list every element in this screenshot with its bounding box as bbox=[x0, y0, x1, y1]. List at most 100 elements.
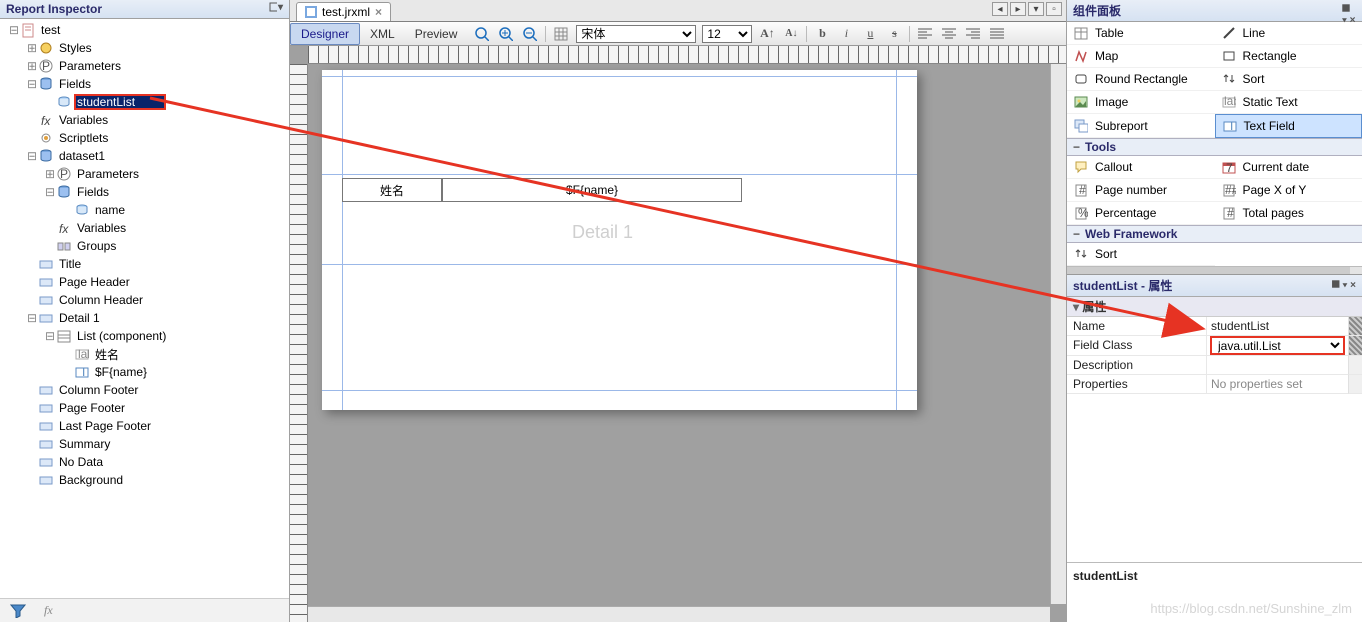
prop-val-name[interactable]: studentList bbox=[1207, 317, 1348, 336]
palette-item-rrect[interactable]: Round Rectangle bbox=[1067, 68, 1215, 91]
tree-item[interactable]: ⊟test bbox=[2, 21, 289, 39]
tree-item[interactable]: ⊞PParameters bbox=[2, 165, 289, 183]
expand-toggle[interactable]: ⊟ bbox=[44, 329, 56, 343]
tab-designer[interactable]: Designer bbox=[290, 23, 360, 45]
tree-item[interactable]: studentList bbox=[2, 93, 289, 111]
tree-item[interactable]: No Data bbox=[2, 453, 289, 471]
tree-item[interactable]: ⊟dataset1 bbox=[2, 147, 289, 165]
tree-item[interactable]: Groups bbox=[2, 237, 289, 255]
tree-item[interactable]: Background bbox=[2, 471, 289, 489]
strike-icon[interactable]: s bbox=[885, 25, 903, 43]
expand-toggle[interactable]: ⊞ bbox=[26, 59, 38, 73]
report-tree[interactable]: ⊟test⊞Styles⊞PParameters⊟FieldsstudentLi… bbox=[0, 19, 289, 598]
properties-panel-buttons[interactable]: ⯀ ▾ × bbox=[1332, 280, 1356, 291]
expand-toggle[interactable]: ⊟ bbox=[26, 311, 38, 325]
expand-toggle[interactable]: ⊟ bbox=[44, 185, 56, 199]
tree-item[interactable]: ⊟Detail 1 bbox=[2, 309, 289, 327]
properties-category[interactable]: ▾ 属性 bbox=[1067, 297, 1362, 317]
palette-item-pnum[interactable]: #Page number bbox=[1067, 179, 1215, 202]
web-category[interactable]: −Web Framework bbox=[1067, 225, 1362, 243]
textfield-cell[interactable]: $F{name} bbox=[442, 178, 742, 202]
bold-icon[interactable]: b bbox=[813, 25, 831, 43]
palette-item-sort[interactable]: Sort bbox=[1215, 68, 1362, 91]
palette-scrollbar[interactable] bbox=[1067, 266, 1362, 274]
panel-buttons[interactable]: ▾ bbox=[269, 2, 283, 16]
align-justify-icon[interactable] bbox=[988, 25, 1006, 43]
tree-item[interactable]: ⊟Fields bbox=[2, 75, 289, 93]
report-page[interactable]: 姓名 $F{name} Detail 1 bbox=[322, 70, 917, 410]
palette-panel-buttons[interactable]: ⯀ ▾ × bbox=[1342, 4, 1356, 18]
tree-item[interactable]: Page Footer bbox=[2, 399, 289, 417]
tree-item[interactable]: ⊞Styles bbox=[2, 39, 289, 57]
palette-item-image[interactable]: Image bbox=[1067, 91, 1215, 114]
tree-item[interactable]: fxVariables bbox=[2, 111, 289, 129]
tree-item[interactable]: ⊟Fields bbox=[2, 183, 289, 201]
horizontal-scrollbar[interactable] bbox=[308, 606, 1050, 622]
design-canvas[interactable]: 姓名 $F{name} Detail 1 bbox=[290, 46, 1066, 622]
palette-item-sort[interactable]: Sort bbox=[1067, 243, 1215, 266]
close-icon[interactable]: × bbox=[375, 5, 382, 19]
palette-item-line[interactable]: Line bbox=[1215, 22, 1362, 45]
grid-icon[interactable] bbox=[552, 25, 570, 43]
palette-item-map[interactable]: Map bbox=[1067, 45, 1215, 68]
tree-item[interactable]: Summary bbox=[2, 435, 289, 453]
tab-xml[interactable]: XML bbox=[360, 24, 405, 44]
filter-icon[interactable] bbox=[10, 604, 26, 618]
static-text-cell[interactable]: 姓名 bbox=[342, 178, 442, 202]
zoom-actual-icon[interactable] bbox=[473, 25, 491, 43]
tools-category[interactable]: −Tools bbox=[1067, 138, 1362, 156]
increase-font-icon[interactable]: A↑ bbox=[758, 25, 776, 43]
tree-item[interactable]: Title bbox=[2, 255, 289, 273]
tree-item[interactable]: Column Header bbox=[2, 291, 289, 309]
palette-item-textfield[interactable]: TText Field bbox=[1215, 114, 1362, 138]
palette-item-pxy[interactable]: ##Page X of Y bbox=[1215, 179, 1362, 202]
tree-item[interactable]: Last Page Footer bbox=[2, 417, 289, 435]
prop-val-description[interactable] bbox=[1207, 356, 1348, 375]
zoom-in-icon[interactable] bbox=[497, 25, 515, 43]
italic-icon[interactable]: i bbox=[837, 25, 855, 43]
palette-item-tpages[interactable]: #Total pages bbox=[1215, 202, 1362, 225]
expand-toggle[interactable]: ⊟ bbox=[26, 77, 38, 91]
vertical-scrollbar[interactable] bbox=[1050, 64, 1066, 604]
align-left-icon[interactable] bbox=[916, 25, 934, 43]
palette-item-pct[interactable]: %Percentage bbox=[1067, 202, 1215, 225]
zoom-out-icon[interactable] bbox=[521, 25, 539, 43]
sort-icon bbox=[1221, 71, 1237, 87]
tree-item[interactable]: Page Header bbox=[2, 273, 289, 291]
tab-preview[interactable]: Preview bbox=[405, 24, 468, 44]
expand-toggle[interactable]: ⊟ bbox=[26, 149, 38, 163]
tree-item[interactable]: ⊞PParameters bbox=[2, 57, 289, 75]
tree-item[interactable]: name bbox=[2, 201, 289, 219]
palette-item-rect[interactable]: Rectangle bbox=[1215, 45, 1362, 68]
palette-item-static[interactable]: labelStatic Text bbox=[1215, 91, 1362, 114]
align-center-icon[interactable] bbox=[940, 25, 958, 43]
font-size-combo[interactable]: 12 bbox=[702, 25, 752, 43]
tree-item[interactable]: T$F{name} bbox=[2, 363, 289, 381]
maximize-button[interactable]: ▫ bbox=[1046, 2, 1062, 16]
dropdown-button[interactable]: ▾ bbox=[1028, 2, 1044, 16]
fx-icon[interactable]: fx bbox=[44, 603, 53, 618]
tree-item-label: Variables bbox=[57, 113, 110, 127]
underline-icon[interactable]: u bbox=[861, 25, 879, 43]
palette-item-table[interactable]: Table bbox=[1067, 22, 1215, 45]
palette-item-date[interactable]: 7Current date bbox=[1215, 156, 1362, 179]
tree-item[interactable]: Scriptlets bbox=[2, 129, 289, 147]
prop-val-fieldclass[interactable]: java.util.List bbox=[1207, 336, 1348, 356]
expand-toggle[interactable]: ⊟ bbox=[8, 23, 20, 37]
expand-toggle[interactable]: ⊞ bbox=[26, 41, 38, 55]
next-button[interactable]: ▸ bbox=[1010, 2, 1026, 16]
decrease-font-icon[interactable]: A↓ bbox=[782, 25, 800, 43]
font-family-combo[interactable]: 宋体 bbox=[576, 25, 696, 43]
align-right-icon[interactable] bbox=[964, 25, 982, 43]
tree-item[interactable]: fxVariables bbox=[2, 219, 289, 237]
tree-item[interactable]: ⊟List (component) bbox=[2, 327, 289, 345]
palette-item-subreport[interactable]: Subreport bbox=[1067, 114, 1215, 138]
expand-toggle[interactable]: ⊞ bbox=[44, 167, 56, 181]
table-icon bbox=[1073, 25, 1089, 41]
prop-val-properties[interactable]: No properties set bbox=[1207, 375, 1348, 394]
file-tab[interactable]: test.jrxml × bbox=[296, 2, 391, 21]
prev-button[interactable]: ◂ bbox=[992, 2, 1008, 16]
tree-item[interactable]: label姓名 bbox=[2, 345, 289, 363]
tree-item[interactable]: Column Footer bbox=[2, 381, 289, 399]
palette-item-callout[interactable]: Callout bbox=[1067, 156, 1215, 179]
